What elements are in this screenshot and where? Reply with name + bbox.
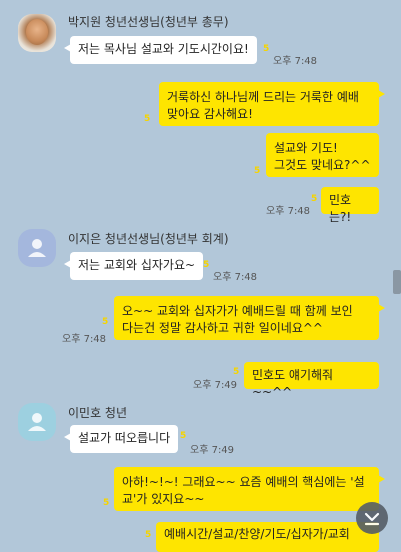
person-icon [28,239,46,257]
message-bubble[interactable]: 거룩하신 하나님께 드리는 거룩한 예배 맞아요 감사해요! [159,82,385,126]
unread-count: 5 [145,530,152,540]
message-bubble[interactable]: 설교와 기도! 그것도 맞네요?^^ [266,133,379,177]
avatar-lee-jieun[interactable] [18,229,56,267]
scrollbar-thumb[interactable] [393,270,401,294]
chevron-down-icon [364,512,380,526]
message-bubble[interactable]: 저는 목사님 설교와 기도시간이요! [64,36,257,64]
person-icon [28,413,46,431]
scroll-to-bottom-button[interactable] [356,502,388,534]
unread-count: 5 [311,194,318,204]
message-bubble[interactable]: 예배시간/설교/찬양/기도/십자가/교회 [156,522,379,552]
unread-count: 5 [103,498,110,508]
unread-count: 5 [102,317,109,327]
message-time: 오후 7:49 [190,445,235,456]
sender-name: 이지은 청년선생님(청년부 회계) [68,232,229,246]
unread-count: 5 [254,166,261,176]
message-time: 오후 7:48 [213,272,258,283]
unread-count: 5 [203,260,210,270]
message-bubble[interactable]: 민호는?! [321,187,379,224]
message-bubble[interactable]: 아하!~!~! 그래요~~ 요즘 예배의 핵심에는 '설 교'가 있지요~~ [114,467,385,511]
message-bubble[interactable]: 민호도 얘기해줘~~^^ [244,362,379,399]
sender-name: 이민호 청년 [68,406,128,420]
message-time: 오후 7:49 [193,380,238,391]
message-bubble[interactable]: 오~~ 교회와 십자가가 예배드릴 때 함께 보인 다는건 정말 감사하고 귀한… [114,296,385,340]
message-bubble[interactable]: 저는 교회와 십자가요~ [63,252,204,280]
unread-count: 5 [263,44,270,54]
avatar-park-jiwon[interactable] [18,14,56,52]
unread-count: 5 [144,114,151,124]
message-bubble[interactable]: 설교가 떠오릅니다 [63,425,179,453]
sender-name: 박지원 청년선생님(청년부 총무) [68,15,229,29]
message-time: 오후 7:48 [273,56,318,67]
avatar-lee-minho[interactable] [18,403,56,441]
unread-count: 5 [180,431,187,441]
message-time: 오후 7:48 [266,206,311,217]
message-time: 오후 7:48 [62,334,107,345]
